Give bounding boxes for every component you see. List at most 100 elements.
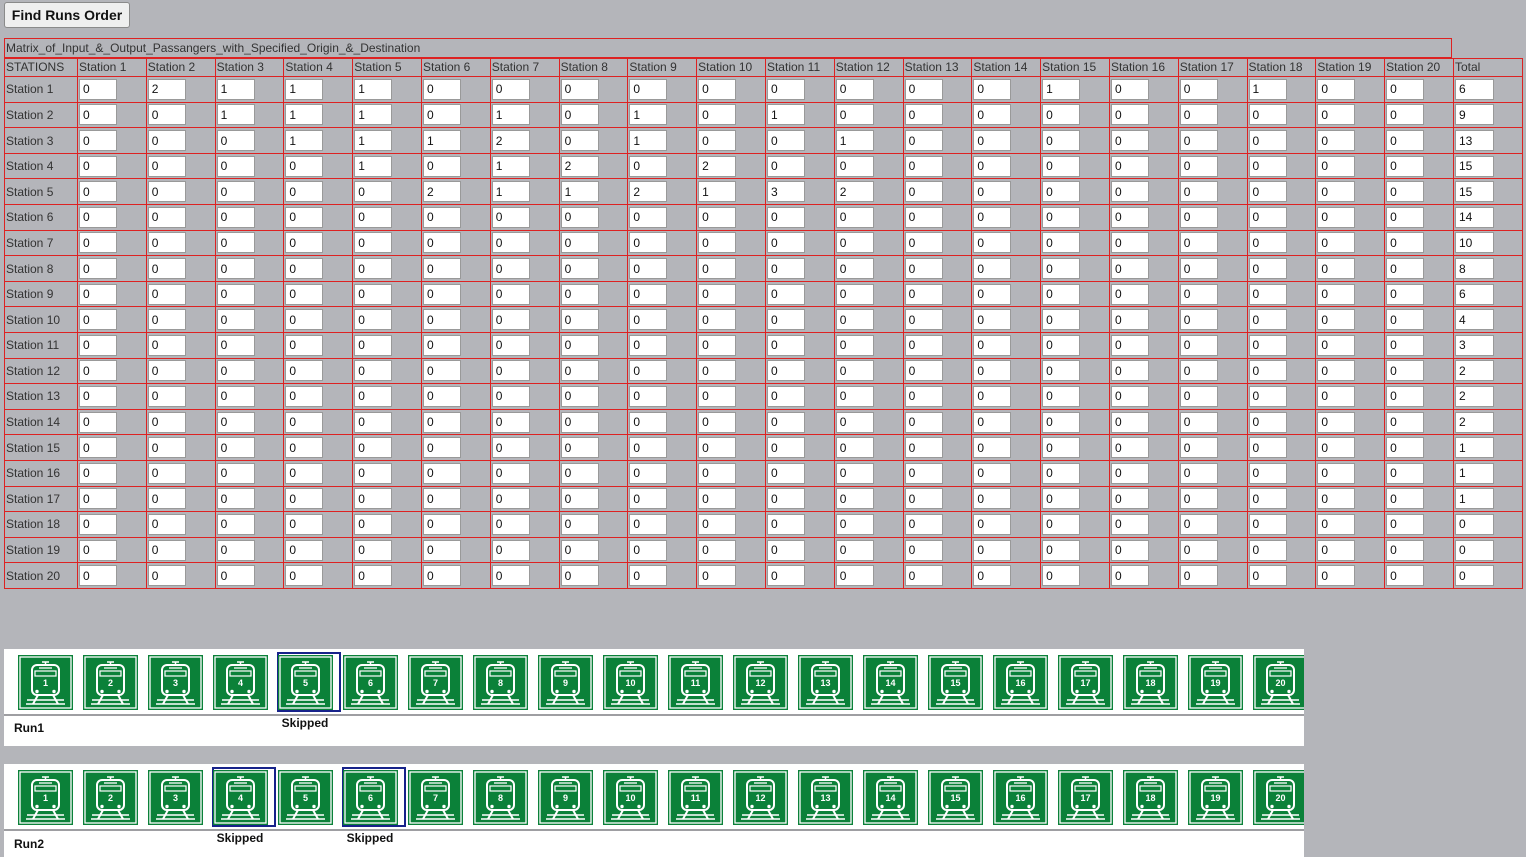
passenger-count-input[interactable] [216, 334, 255, 356]
passenger-count-input[interactable] [422, 462, 461, 484]
station-icon[interactable]: 19 [1188, 655, 1243, 710]
passenger-count-input[interactable] [629, 385, 668, 407]
passenger-count-input[interactable] [491, 360, 530, 382]
station-icon[interactable]: 1 [18, 770, 73, 825]
passenger-count-input[interactable] [1179, 437, 1218, 459]
passenger-count-input[interactable] [1317, 565, 1356, 587]
passenger-count-input[interactable] [1042, 309, 1081, 331]
passenger-count-input[interactable] [835, 206, 874, 228]
passenger-count-input[interactable] [1317, 488, 1356, 510]
passenger-count-input[interactable] [835, 437, 874, 459]
passenger-count-input[interactable] [1042, 104, 1081, 126]
passenger-count-input[interactable] [766, 155, 805, 177]
passenger-count-input[interactable] [766, 78, 805, 100]
passenger-count-input[interactable] [1248, 309, 1287, 331]
passenger-count-input[interactable] [1179, 488, 1218, 510]
passenger-count-input[interactable] [698, 130, 737, 152]
station-icon[interactable]: 13 [798, 655, 853, 710]
passenger-count-input[interactable] [491, 565, 530, 587]
passenger-count-input[interactable] [354, 309, 393, 331]
passenger-count-input[interactable] [629, 258, 668, 280]
station-icon[interactable]: 6 [343, 655, 398, 710]
passenger-count-input[interactable] [904, 462, 943, 484]
passenger-count-input[interactable] [147, 309, 186, 331]
passenger-count-input[interactable] [629, 181, 668, 203]
passenger-count-input[interactable] [1386, 130, 1425, 152]
passenger-count-input[interactable] [1317, 181, 1356, 203]
passenger-count-input[interactable] [560, 437, 599, 459]
passenger-count-input[interactable] [973, 181, 1012, 203]
passenger-count-input[interactable] [1317, 334, 1356, 356]
passenger-count-input[interactable] [79, 155, 117, 177]
passenger-count-input[interactable] [1042, 360, 1081, 382]
passenger-count-input[interactable] [1317, 258, 1356, 280]
station-icon[interactable]: 3 [148, 655, 203, 710]
passenger-count-input[interactable] [354, 539, 393, 561]
passenger-count-input[interactable] [835, 411, 874, 433]
station-icon[interactable]: 16 [993, 770, 1048, 825]
passenger-count-input[interactable] [147, 232, 186, 254]
passenger-count-input[interactable] [1110, 155, 1149, 177]
passenger-count-input[interactable] [698, 360, 737, 382]
passenger-count-input[interactable] [422, 258, 461, 280]
passenger-count-input[interactable] [973, 104, 1012, 126]
passenger-count-input[interactable] [216, 283, 255, 305]
passenger-count-input[interactable] [1179, 513, 1218, 535]
passenger-count-input[interactable] [354, 206, 393, 228]
passenger-count-input[interactable] [973, 360, 1012, 382]
passenger-count-input[interactable] [422, 334, 461, 356]
passenger-count-input[interactable] [1110, 334, 1149, 356]
station-icon[interactable]: 6 [342, 767, 406, 827]
passenger-count-input[interactable] [835, 232, 874, 254]
passenger-count-input[interactable] [422, 385, 461, 407]
passenger-count-input[interactable] [147, 104, 186, 126]
station-icon[interactable]: 11 [668, 655, 723, 710]
passenger-count-input[interactable] [560, 334, 599, 356]
passenger-count-input[interactable] [354, 155, 393, 177]
passenger-count-input[interactable] [79, 78, 117, 100]
passenger-count-input[interactable] [1042, 513, 1081, 535]
passenger-count-input[interactable] [1386, 206, 1425, 228]
station-icon[interactable]: 1 [18, 655, 73, 710]
passenger-count-input[interactable] [1248, 232, 1287, 254]
passenger-count-input[interactable] [766, 181, 805, 203]
passenger-count-input[interactable] [1110, 385, 1149, 407]
passenger-count-input[interactable] [79, 385, 117, 407]
passenger-count-input[interactable] [904, 411, 943, 433]
passenger-count-input[interactable] [560, 513, 599, 535]
row-total-input[interactable] [1454, 565, 1494, 587]
station-icon[interactable]: 2 [83, 770, 138, 825]
passenger-count-input[interactable] [1386, 539, 1425, 561]
station-icon[interactable]: 19 [1188, 770, 1243, 825]
passenger-count-input[interactable] [422, 181, 461, 203]
passenger-count-input[interactable] [147, 462, 186, 484]
passenger-count-input[interactable] [629, 411, 668, 433]
passenger-count-input[interactable] [1248, 334, 1287, 356]
passenger-count-input[interactable] [1179, 78, 1218, 100]
passenger-count-input[interactable] [1386, 309, 1425, 331]
passenger-count-input[interactable] [698, 258, 737, 280]
passenger-count-input[interactable] [354, 283, 393, 305]
row-total-input[interactable] [1454, 206, 1494, 228]
passenger-count-input[interactable] [1386, 385, 1425, 407]
passenger-count-input[interactable] [1317, 539, 1356, 561]
passenger-count-input[interactable] [147, 78, 186, 100]
passenger-count-input[interactable] [422, 565, 461, 587]
passenger-count-input[interactable] [973, 232, 1012, 254]
passenger-count-input[interactable] [285, 155, 324, 177]
station-icon[interactable]: 20 [1253, 655, 1304, 710]
passenger-count-input[interactable] [1110, 283, 1149, 305]
passenger-count-input[interactable] [1110, 232, 1149, 254]
passenger-count-input[interactable] [285, 565, 324, 587]
passenger-count-input[interactable] [491, 155, 530, 177]
passenger-count-input[interactable] [698, 565, 737, 587]
passenger-count-input[interactable] [1179, 206, 1218, 228]
passenger-count-input[interactable] [904, 385, 943, 407]
passenger-count-input[interactable] [766, 385, 805, 407]
passenger-count-input[interactable] [629, 206, 668, 228]
passenger-count-input[interactable] [1248, 155, 1287, 177]
passenger-count-input[interactable] [1179, 130, 1218, 152]
passenger-count-input[interactable] [491, 488, 530, 510]
station-icon[interactable]: 18 [1123, 770, 1178, 825]
passenger-count-input[interactable] [560, 309, 599, 331]
